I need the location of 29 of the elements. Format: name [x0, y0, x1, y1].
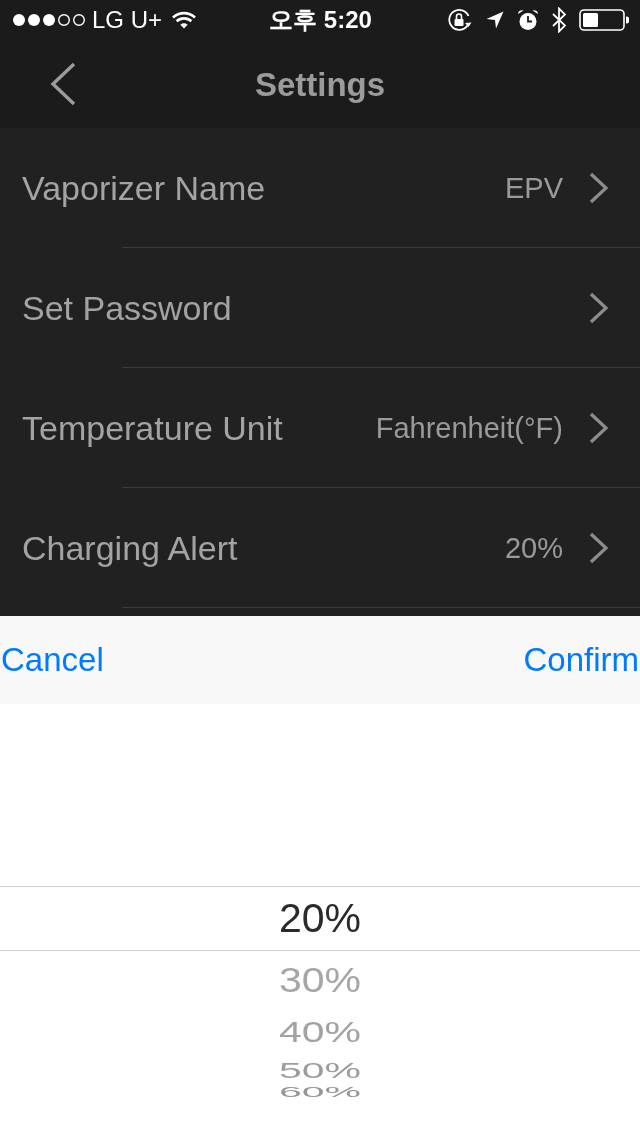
- setting-value: Fahrenheit(°F): [375, 410, 563, 446]
- screen-title: Settings: [254, 67, 386, 101]
- status-time: 오후 5:20: [269, 8, 372, 32]
- setting-label[interactable]: Charging Alert: [22, 527, 238, 569]
- location-arrow-icon: [486, 11, 504, 29]
- setting-label[interactable]: Temperature Unit: [22, 407, 283, 449]
- back-icon[interactable]: [50, 62, 76, 106]
- setting-label[interactable]: Set Password: [22, 287, 232, 329]
- confirm-button[interactable]: Confirm: [523, 640, 639, 680]
- wifi-icon: [172, 11, 197, 29]
- setting-value: 20%: [504, 530, 563, 566]
- battery-icon: [579, 9, 629, 31]
- picker-option[interactable]: 20%: [278, 898, 362, 939]
- chevron-right-icon: [589, 412, 609, 444]
- chevron-right-icon: [589, 172, 609, 204]
- chevron-right-icon: [589, 532, 609, 564]
- signal-strength-icon: [12, 13, 86, 27]
- cancel-button[interactable]: Cancel: [1, 640, 104, 680]
- bluetooth-icon: [552, 7, 566, 33]
- alarm-clock-icon: [517, 9, 539, 31]
- rotation-lock-icon: [447, 8, 473, 32]
- carrier-name: LG U+: [92, 8, 163, 32]
- picker-option[interactable]: 30%: [278, 962, 362, 998]
- setting-value: EPV: [504, 170, 563, 206]
- picker-option[interactable]: 50%: [278, 1059, 362, 1081]
- chevron-right-icon: [589, 292, 609, 324]
- picker-option[interactable]: 60%: [278, 1085, 362, 1100]
- picker-option[interactable]: 40%: [278, 1016, 362, 1048]
- setting-label[interactable]: Vaporizer Name: [22, 167, 266, 209]
